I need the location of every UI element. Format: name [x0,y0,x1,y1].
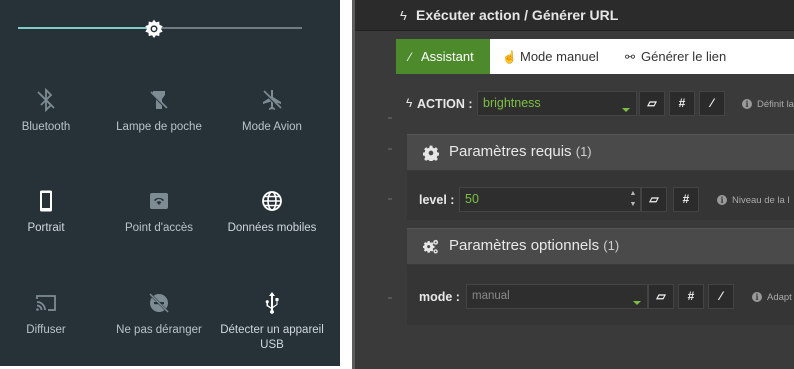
tile-mobile-data[interactable]: Données mobiles [217,189,327,236]
tile-label: Point d'accès [124,222,194,234]
mode-label: mode : [419,290,460,304]
clear-button[interactable]: ▱ [641,187,667,212]
bluetooth-off-icon [37,88,55,112]
tile-label: Lampe de poche [116,121,202,133]
section-title-text: Paramètres requis [449,143,572,160]
hint-text: Niveau de la l [732,195,790,206]
tile-label: Portrait [27,222,65,234]
tile-label: Données mobiles [227,222,317,234]
optional-params-header[interactable]: Paramètres optionnels (1) [407,228,794,264]
brightness-thumb-icon[interactable] [144,18,164,38]
hint-text: Adapt [767,292,792,303]
hash-icon: # [682,192,690,206]
globe-icon [262,191,282,211]
tab-label: Générer le lien [641,49,727,64]
tile-label: Diffuser [26,324,66,336]
app-header: ϟ Exécuter action / Générer URL [355,0,794,31]
magic-wand-icon: ⁄ [710,96,713,110]
section-count: (1) [603,238,620,253]
section-title-text: Paramètres optionnels [449,237,600,254]
hash-icon: # [678,96,686,110]
action-value: brightness [483,96,541,110]
chevron-down-icon [622,108,630,112]
tile-label: Mode Avion [242,121,302,133]
wizard-button[interactable]: ⁄ [708,284,734,309]
hotspot-icon [150,193,168,209]
dnd-off-icon [149,293,169,313]
phone-portrait-icon [40,190,52,212]
level-hint: i Niveau de la l [717,195,790,206]
action-hint: i Définit la [742,99,794,110]
tile-label: Détecter un appareil USB [220,324,324,351]
cast-icon [36,295,56,311]
tile-hotspot[interactable]: Point d'accès [104,189,214,236]
level-value: 50 [465,192,479,206]
level-label: level : [419,193,455,207]
mode-hint: i Adapt [752,292,792,303]
bolt-icon: ϟ [406,96,413,110]
tile-do-not-disturb[interactable]: Ne pas déranger [104,291,214,338]
magic-wand-icon: ⁄ [719,289,722,303]
decrement-icon[interactable]: ▼ [628,200,638,209]
gutter-mark [388,148,392,150]
variable-button[interactable]: # [673,187,699,212]
wizard-button[interactable]: ⁄ [699,91,725,116]
tile-portrait[interactable]: Portrait [0,189,101,236]
variable-button[interactable]: # [678,284,704,309]
gutter-mark [388,297,392,299]
tab-manual-mode[interactable]: ☝ Mode manuel [502,39,599,74]
tab-label: Assistant [421,49,474,64]
link-icon: ⚯ [624,50,636,64]
info-icon: i [752,292,762,302]
tile-usb-detect[interactable]: Détecter un appareil USB [217,291,327,353]
tile-airplane-mode[interactable]: Mode Avion [217,88,327,135]
section-count: (1) [575,144,592,159]
action-select[interactable]: brightness [477,91,637,116]
gutter-mark [388,117,392,119]
gutter-mark [388,198,392,200]
tab-generate-link[interactable]: ⚯ Générer le lien [623,39,726,74]
eraser-icon: ▱ [656,289,666,303]
action-label: ACTION : [417,97,473,111]
variable-button[interactable]: # [669,91,695,116]
eraser-icon: ▱ [649,192,659,206]
increment-icon[interactable]: ▲ [628,189,638,198]
mode-placeholder: manual [472,290,510,302]
mode-select[interactable]: manual [466,284,648,309]
magic-wand-icon: ⁄ [408,50,411,64]
section-title: Paramètres requis (1) [449,143,592,160]
eraser-icon: ▱ [647,96,657,110]
clear-button[interactable]: ▱ [648,284,674,309]
tile-bluetooth[interactable]: Bluetooth [0,88,101,135]
page-title: Exécuter action / Générer URL [416,7,619,23]
hash-icon: # [687,289,695,303]
section-title: Paramètres optionnels (1) [449,237,619,254]
tile-cast[interactable]: Diffuser [0,291,101,338]
gears-icon [423,239,439,254]
brightness-slider-fill [18,27,154,29]
flashlight-off-icon [150,91,168,110]
mode-tabs: ⁄ Assistant ☝ Mode manuel ⚯ Générer le lien [396,39,794,74]
bolt-icon: ϟ [400,8,407,23]
usb-icon [265,292,279,314]
hand-pointer-icon: ☝ [502,50,517,64]
tile-label: Ne pas déranger [116,324,202,336]
app-panel: ϟ Exécuter action / Générer URL ⁄ Assista… [355,0,794,369]
clear-button[interactable]: ▱ [639,91,665,116]
tile-flashlight[interactable]: Lampe de poche [104,88,214,135]
quick-settings-panel: Bluetooth Lampe de poche Mode Avion Port… [0,0,340,366]
info-icon: i [717,195,727,205]
tile-label: Bluetooth [21,121,71,133]
gear-icon [423,145,439,161]
level-input[interactable]: 50 ▲ ▼ [459,187,641,212]
airplane-off-icon [263,90,282,110]
tab-label: Mode manuel [520,49,599,64]
window-gap [340,0,352,369]
required-params-header[interactable]: Paramètres requis (1) [407,134,794,170]
hint-text: Définit la [757,99,794,110]
info-icon: i [742,99,752,109]
chevron-down-icon [633,301,641,305]
tab-assistant[interactable]: ⁄ Assistant [396,39,490,74]
